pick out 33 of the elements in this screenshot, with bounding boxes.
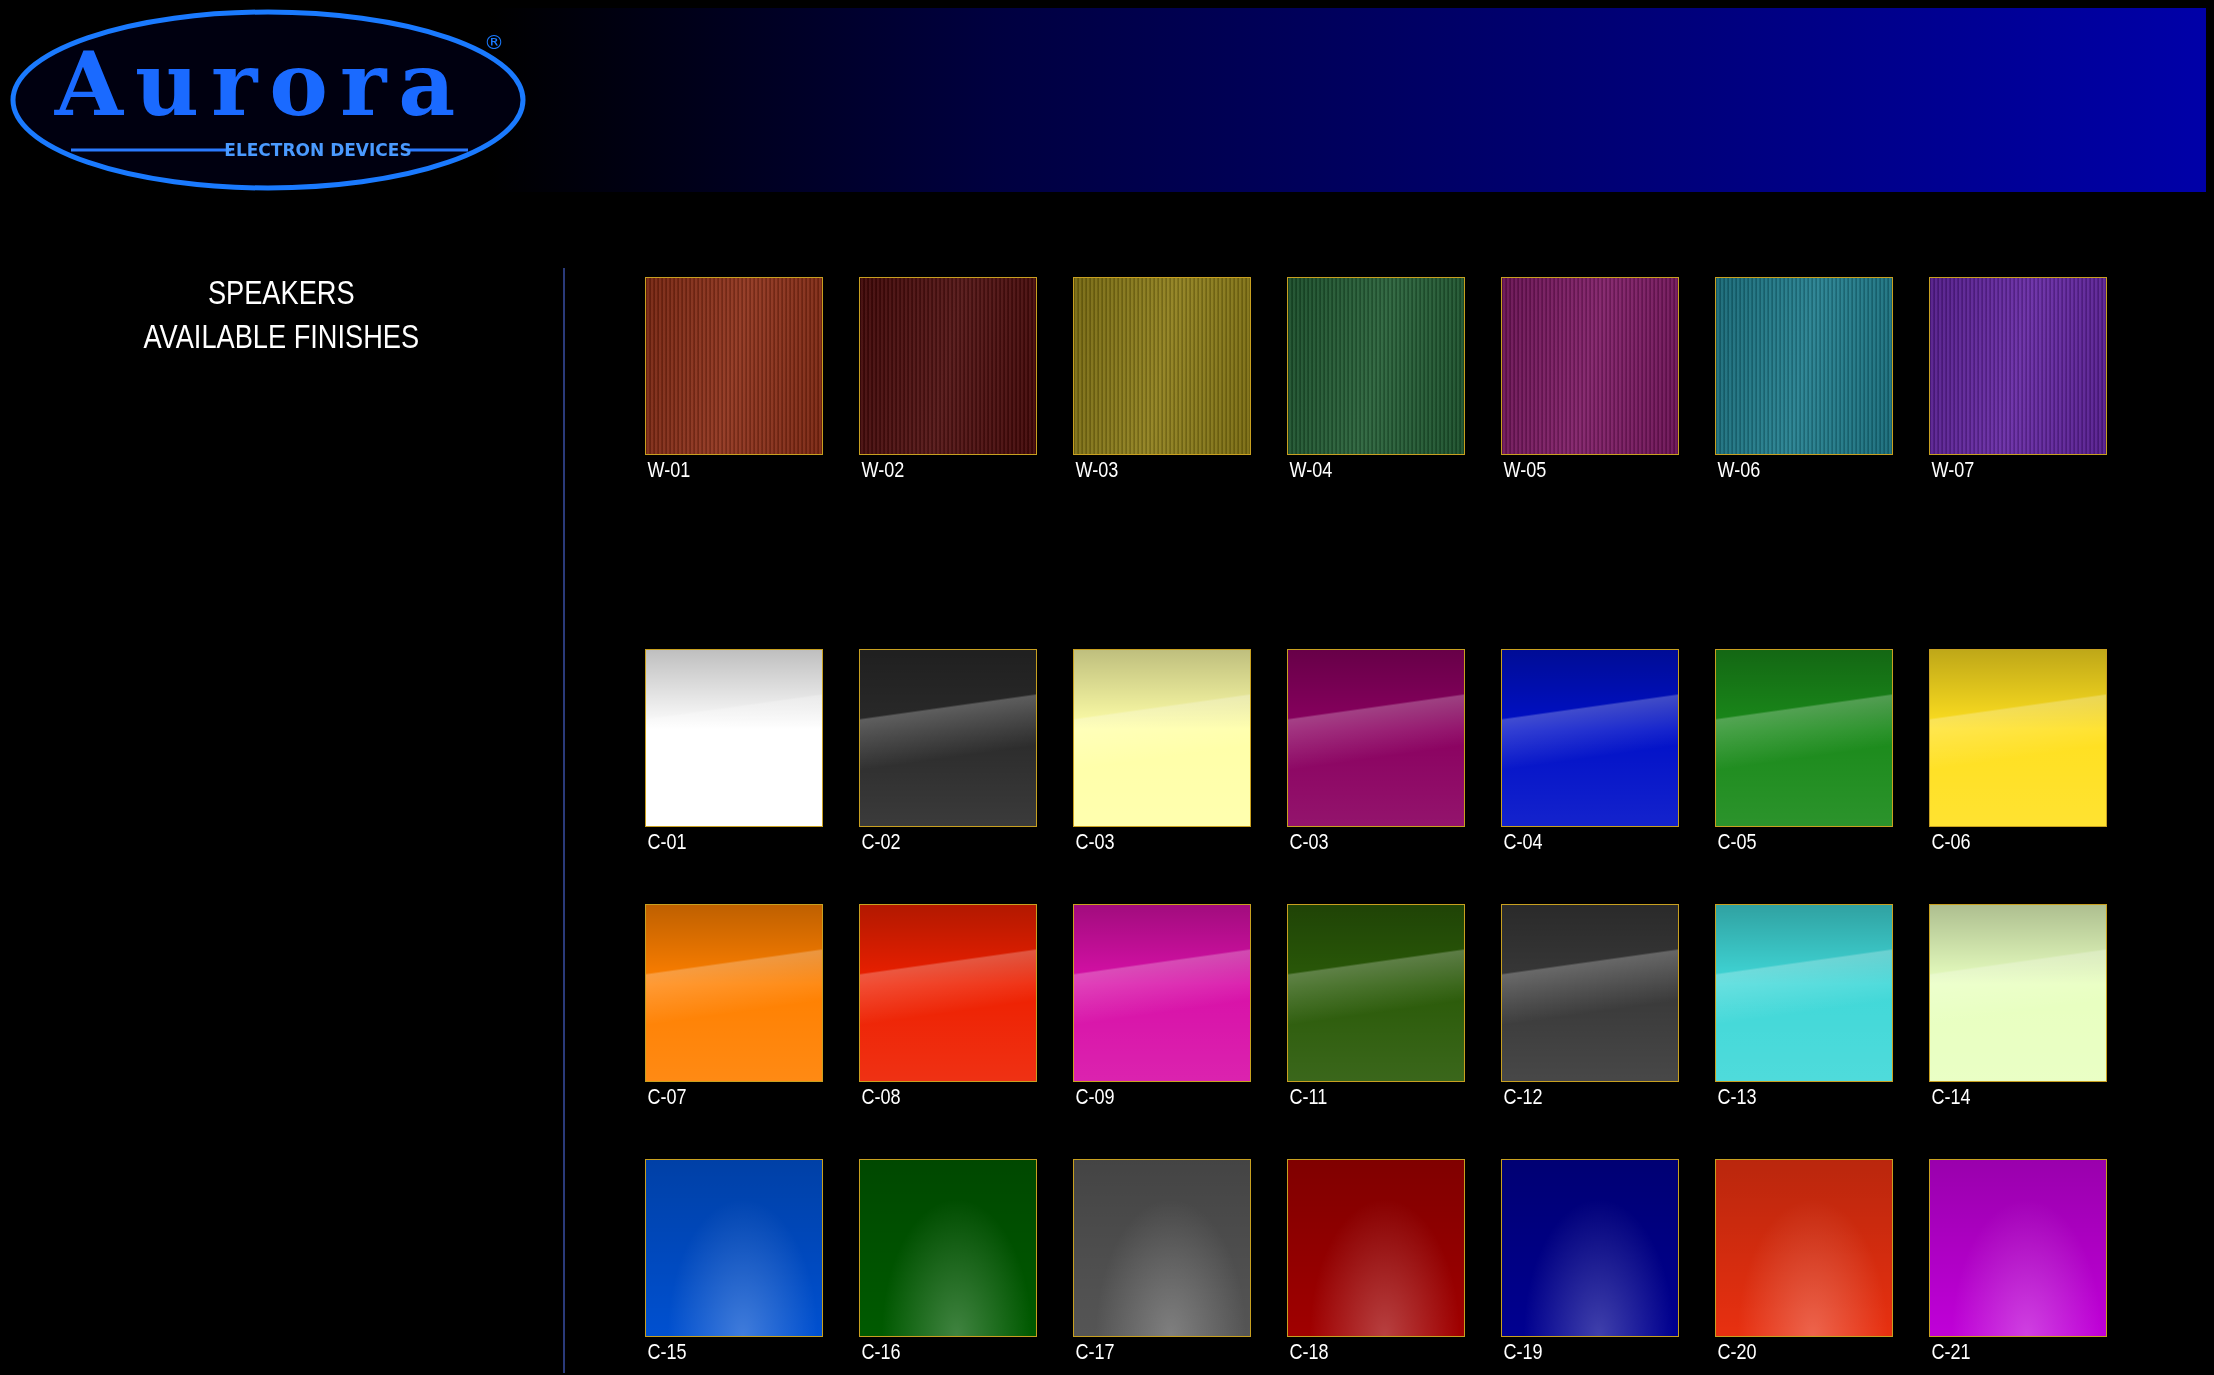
finish-code: W-05 xyxy=(1502,456,1547,484)
registered-mark: ® xyxy=(484,30,504,54)
finish-code: C-08 xyxy=(860,1083,901,1111)
finish-code: C-14 xyxy=(1930,1083,1971,1111)
page-heading: SPEAKERS xyxy=(207,272,356,313)
finish-code: C-04 xyxy=(1502,828,1543,856)
finish-code: C-21 xyxy=(1930,1338,1971,1366)
finish-code: W-06 xyxy=(1716,456,1761,484)
finish-code: W-01 xyxy=(646,456,691,484)
finish-code: C-15 xyxy=(646,1338,687,1366)
finish-code: C-01 xyxy=(646,828,687,856)
finish-code: W-02 xyxy=(860,456,905,484)
logo-wordmark: Aurora xyxy=(54,32,468,136)
finish-code: C-09 xyxy=(1074,1083,1115,1111)
finish-code: C-07 xyxy=(646,1083,687,1111)
finish-code: C-03 xyxy=(1074,828,1115,856)
finish-code: C-02 xyxy=(860,828,901,856)
finish-code: C-11 xyxy=(1288,1083,1328,1111)
finish-code: C-06 xyxy=(1930,828,1971,856)
finish-code: C-13 xyxy=(1716,1083,1757,1111)
finish-code: C-05 xyxy=(1716,828,1757,856)
finish-code: C-12 xyxy=(1502,1083,1543,1111)
finish-code: C-20 xyxy=(1716,1338,1757,1366)
finish-code: C-19 xyxy=(1502,1338,1543,1366)
finish-code: W-07 xyxy=(1930,456,1975,484)
finish-code: C-17 xyxy=(1074,1338,1115,1366)
page-heading: AVAILABLE FINISHES xyxy=(143,316,420,357)
finish-code: W-03 xyxy=(1074,456,1119,484)
logo-tagline: ELECTRON DEVICES xyxy=(224,140,412,160)
finish-code: C-03 xyxy=(1288,828,1329,856)
finish-code: C-18 xyxy=(1288,1338,1329,1366)
finish-code: C-16 xyxy=(860,1338,901,1366)
finish-code: W-04 xyxy=(1288,456,1333,484)
